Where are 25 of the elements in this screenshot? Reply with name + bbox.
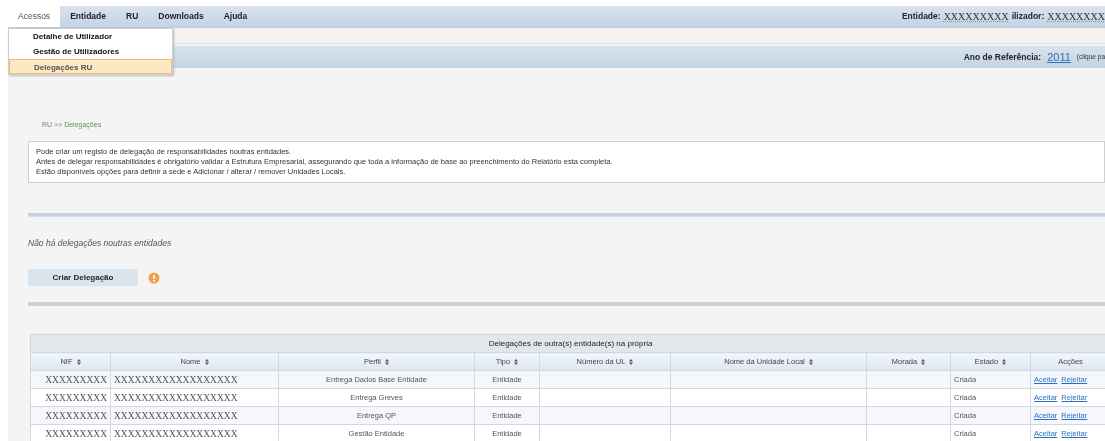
menu-item[interactable]: Ajuda [213, 6, 258, 27]
menu-item[interactable]: RU [116, 6, 149, 27]
menu-item[interactable]: Downloads [148, 6, 214, 27]
menu-option[interactable]: Gestão de Utilizadores [9, 44, 172, 59]
sort-icon[interactable] [921, 359, 926, 366]
sort-icon[interactable] [514, 359, 519, 366]
info-value: XXXXXXXX [1047, 10, 1105, 24]
info-value: XXXXXXXXX [943, 10, 1009, 24]
sort-icon[interactable] [629, 359, 634, 366]
sort-icon[interactable] [204, 359, 209, 366]
menu-item[interactable]: Entidade [60, 6, 117, 27]
sort-icon[interactable] [808, 359, 813, 366]
reference-label: Ano de Referência: [963, 50, 1042, 64]
info-label: Entidade: [901, 10, 941, 23]
sort-icon[interactable] [76, 359, 81, 366]
sort-icon[interactable] [1002, 359, 1007, 366]
empty-message: Não há delegações noutras entidades [28, 236, 173, 250]
table-title: Delegações de outra(s) entidade(s) na própria [30, 334, 1105, 353]
sort-icon[interactable] [385, 359, 390, 366]
year-link[interactable]: 2011 [1047, 48, 1071, 66]
menu-item[interactable]: Acessos [8, 6, 61, 27]
menu-option[interactable]: Delegações RU [9, 59, 172, 74]
create-button[interactable]: Criar Delegação [28, 269, 138, 287]
info-label: ilizador: [1011, 10, 1045, 23]
menu-option[interactable]: Detalhe de Utilizador [9, 29, 172, 44]
